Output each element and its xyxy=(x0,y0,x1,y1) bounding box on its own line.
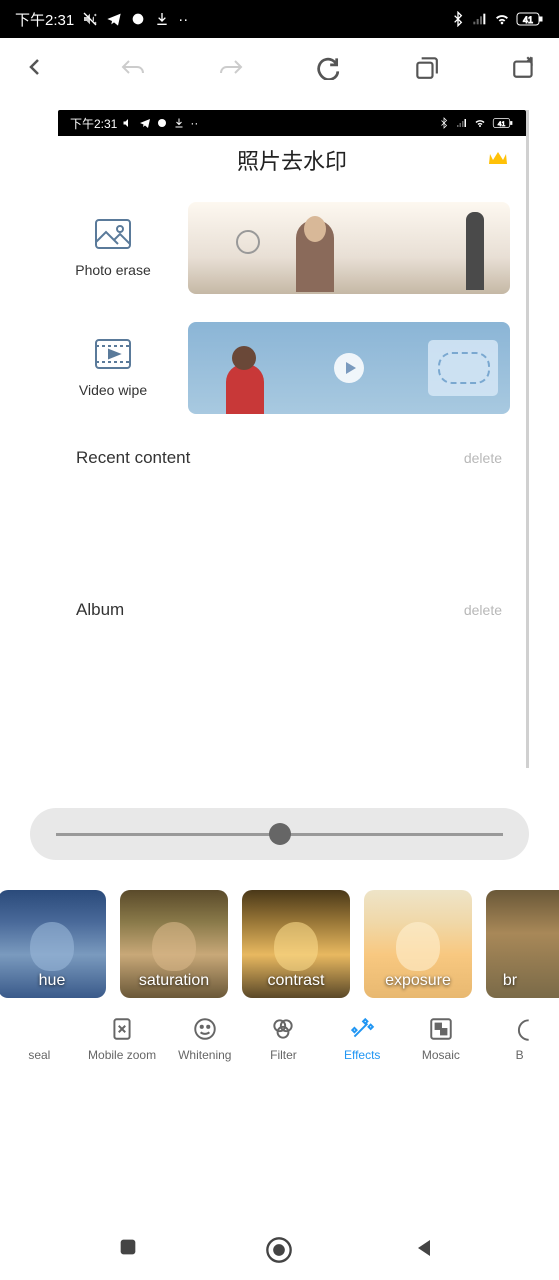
outer-status-bar: 下午2:31 ·· 41 xyxy=(0,0,559,38)
nav-home-button[interactable] xyxy=(265,1236,295,1266)
video-wipe-preview xyxy=(188,322,510,414)
share-button[interactable] xyxy=(509,52,539,82)
album-title: Album xyxy=(76,600,124,620)
recent-content-body xyxy=(58,476,526,576)
filter-brightness[interactable]: br xyxy=(486,890,559,998)
slider-thumb[interactable] xyxy=(269,823,291,845)
browser-toolbar xyxy=(0,38,559,96)
nav-recents-button[interactable] xyxy=(117,1236,147,1266)
album-section-header: Album delete xyxy=(58,576,526,628)
battery-icon: 41 xyxy=(492,117,514,129)
status-dots: ·· xyxy=(178,11,188,28)
play-icon xyxy=(334,353,364,383)
inner-status-bar: 下午2:31 ·· 41 xyxy=(58,110,526,136)
photo-icon xyxy=(94,218,132,250)
crown-icon[interactable] xyxy=(488,150,508,171)
browser-back-button[interactable] xyxy=(20,52,50,82)
signal-icon xyxy=(456,117,468,129)
wifi-icon xyxy=(494,11,510,27)
telegram-icon xyxy=(106,11,122,27)
recent-delete-button[interactable]: delete xyxy=(464,450,502,466)
photo-erase-label: Photo erase xyxy=(75,262,151,278)
feature-video-wipe[interactable]: Video wipe xyxy=(58,304,526,424)
mute-icon xyxy=(122,117,134,129)
tool-mobile-zoom[interactable]: Mobile zoom xyxy=(88,1016,156,1062)
filter-exposure[interactable]: exposure xyxy=(364,890,472,998)
wifi-icon xyxy=(474,117,486,129)
bluetooth-icon xyxy=(450,11,466,27)
svg-text:41: 41 xyxy=(498,121,506,128)
svg-text:41: 41 xyxy=(523,15,533,25)
whitening-icon xyxy=(192,1016,218,1042)
mosaic-icon xyxy=(428,1016,454,1042)
filter-saturation[interactable]: saturation xyxy=(120,890,228,998)
effect-slider[interactable] xyxy=(30,808,529,860)
download-icon xyxy=(173,117,185,129)
filter-hue[interactable]: hue xyxy=(0,890,106,998)
app-title: 照片去水印 xyxy=(237,144,347,176)
mobile-zoom-icon xyxy=(109,1016,135,1042)
album-body xyxy=(58,628,526,768)
history-back-button[interactable] xyxy=(118,52,148,82)
video-icon xyxy=(94,338,132,370)
history-forward-button[interactable] xyxy=(216,52,246,82)
battery-icon: 41 xyxy=(516,11,544,27)
tool-more[interactable]: B xyxy=(490,1016,550,1062)
tool-filter[interactable]: Filter xyxy=(253,1016,313,1062)
bottom-toolbar: seal Mobile zoom Whitening Filter Effect… xyxy=(0,998,559,1072)
inner-app-viewport: 下午2:31 ·· 41 照片去水印 Photo erase xyxy=(58,110,529,768)
video-wipe-label: Video wipe xyxy=(79,382,147,398)
mute-icon xyxy=(82,11,98,27)
feature-photo-erase[interactable]: Photo erase xyxy=(58,184,526,304)
effects-icon xyxy=(349,1016,375,1042)
recent-section-header: Recent content delete xyxy=(58,424,526,476)
tool-effects[interactable]: Effects xyxy=(332,1016,392,1062)
tabs-button[interactable] xyxy=(411,52,441,82)
refresh-button[interactable] xyxy=(313,52,343,82)
partial-icon xyxy=(507,1016,533,1042)
album-delete-button[interactable]: delete xyxy=(464,602,502,618)
status-time: 下午2:31 xyxy=(15,9,74,30)
photo-erase-preview xyxy=(188,202,510,294)
signal-icon xyxy=(472,11,488,27)
telegram-icon xyxy=(139,117,151,129)
system-nav-bar xyxy=(0,1222,559,1280)
effects-filter-strip[interactable]: hue saturation contrast exposure br xyxy=(0,880,559,998)
tool-whitening[interactable]: Whitening xyxy=(175,1016,235,1062)
tool-mosaic[interactable]: Mosaic xyxy=(411,1016,471,1062)
chat-icon xyxy=(130,11,146,27)
chat-icon xyxy=(156,117,168,129)
inner-status-time: 下午2:31 xyxy=(70,115,117,132)
recent-title: Recent content xyxy=(76,448,190,468)
bluetooth-icon xyxy=(438,117,450,129)
nav-back-button[interactable] xyxy=(412,1236,442,1266)
filter-contrast[interactable]: contrast xyxy=(242,890,350,998)
tool-seal[interactable]: seal xyxy=(9,1016,69,1062)
download-icon xyxy=(154,11,170,27)
filter-icon xyxy=(270,1016,296,1042)
app-header: 照片去水印 xyxy=(58,136,526,184)
